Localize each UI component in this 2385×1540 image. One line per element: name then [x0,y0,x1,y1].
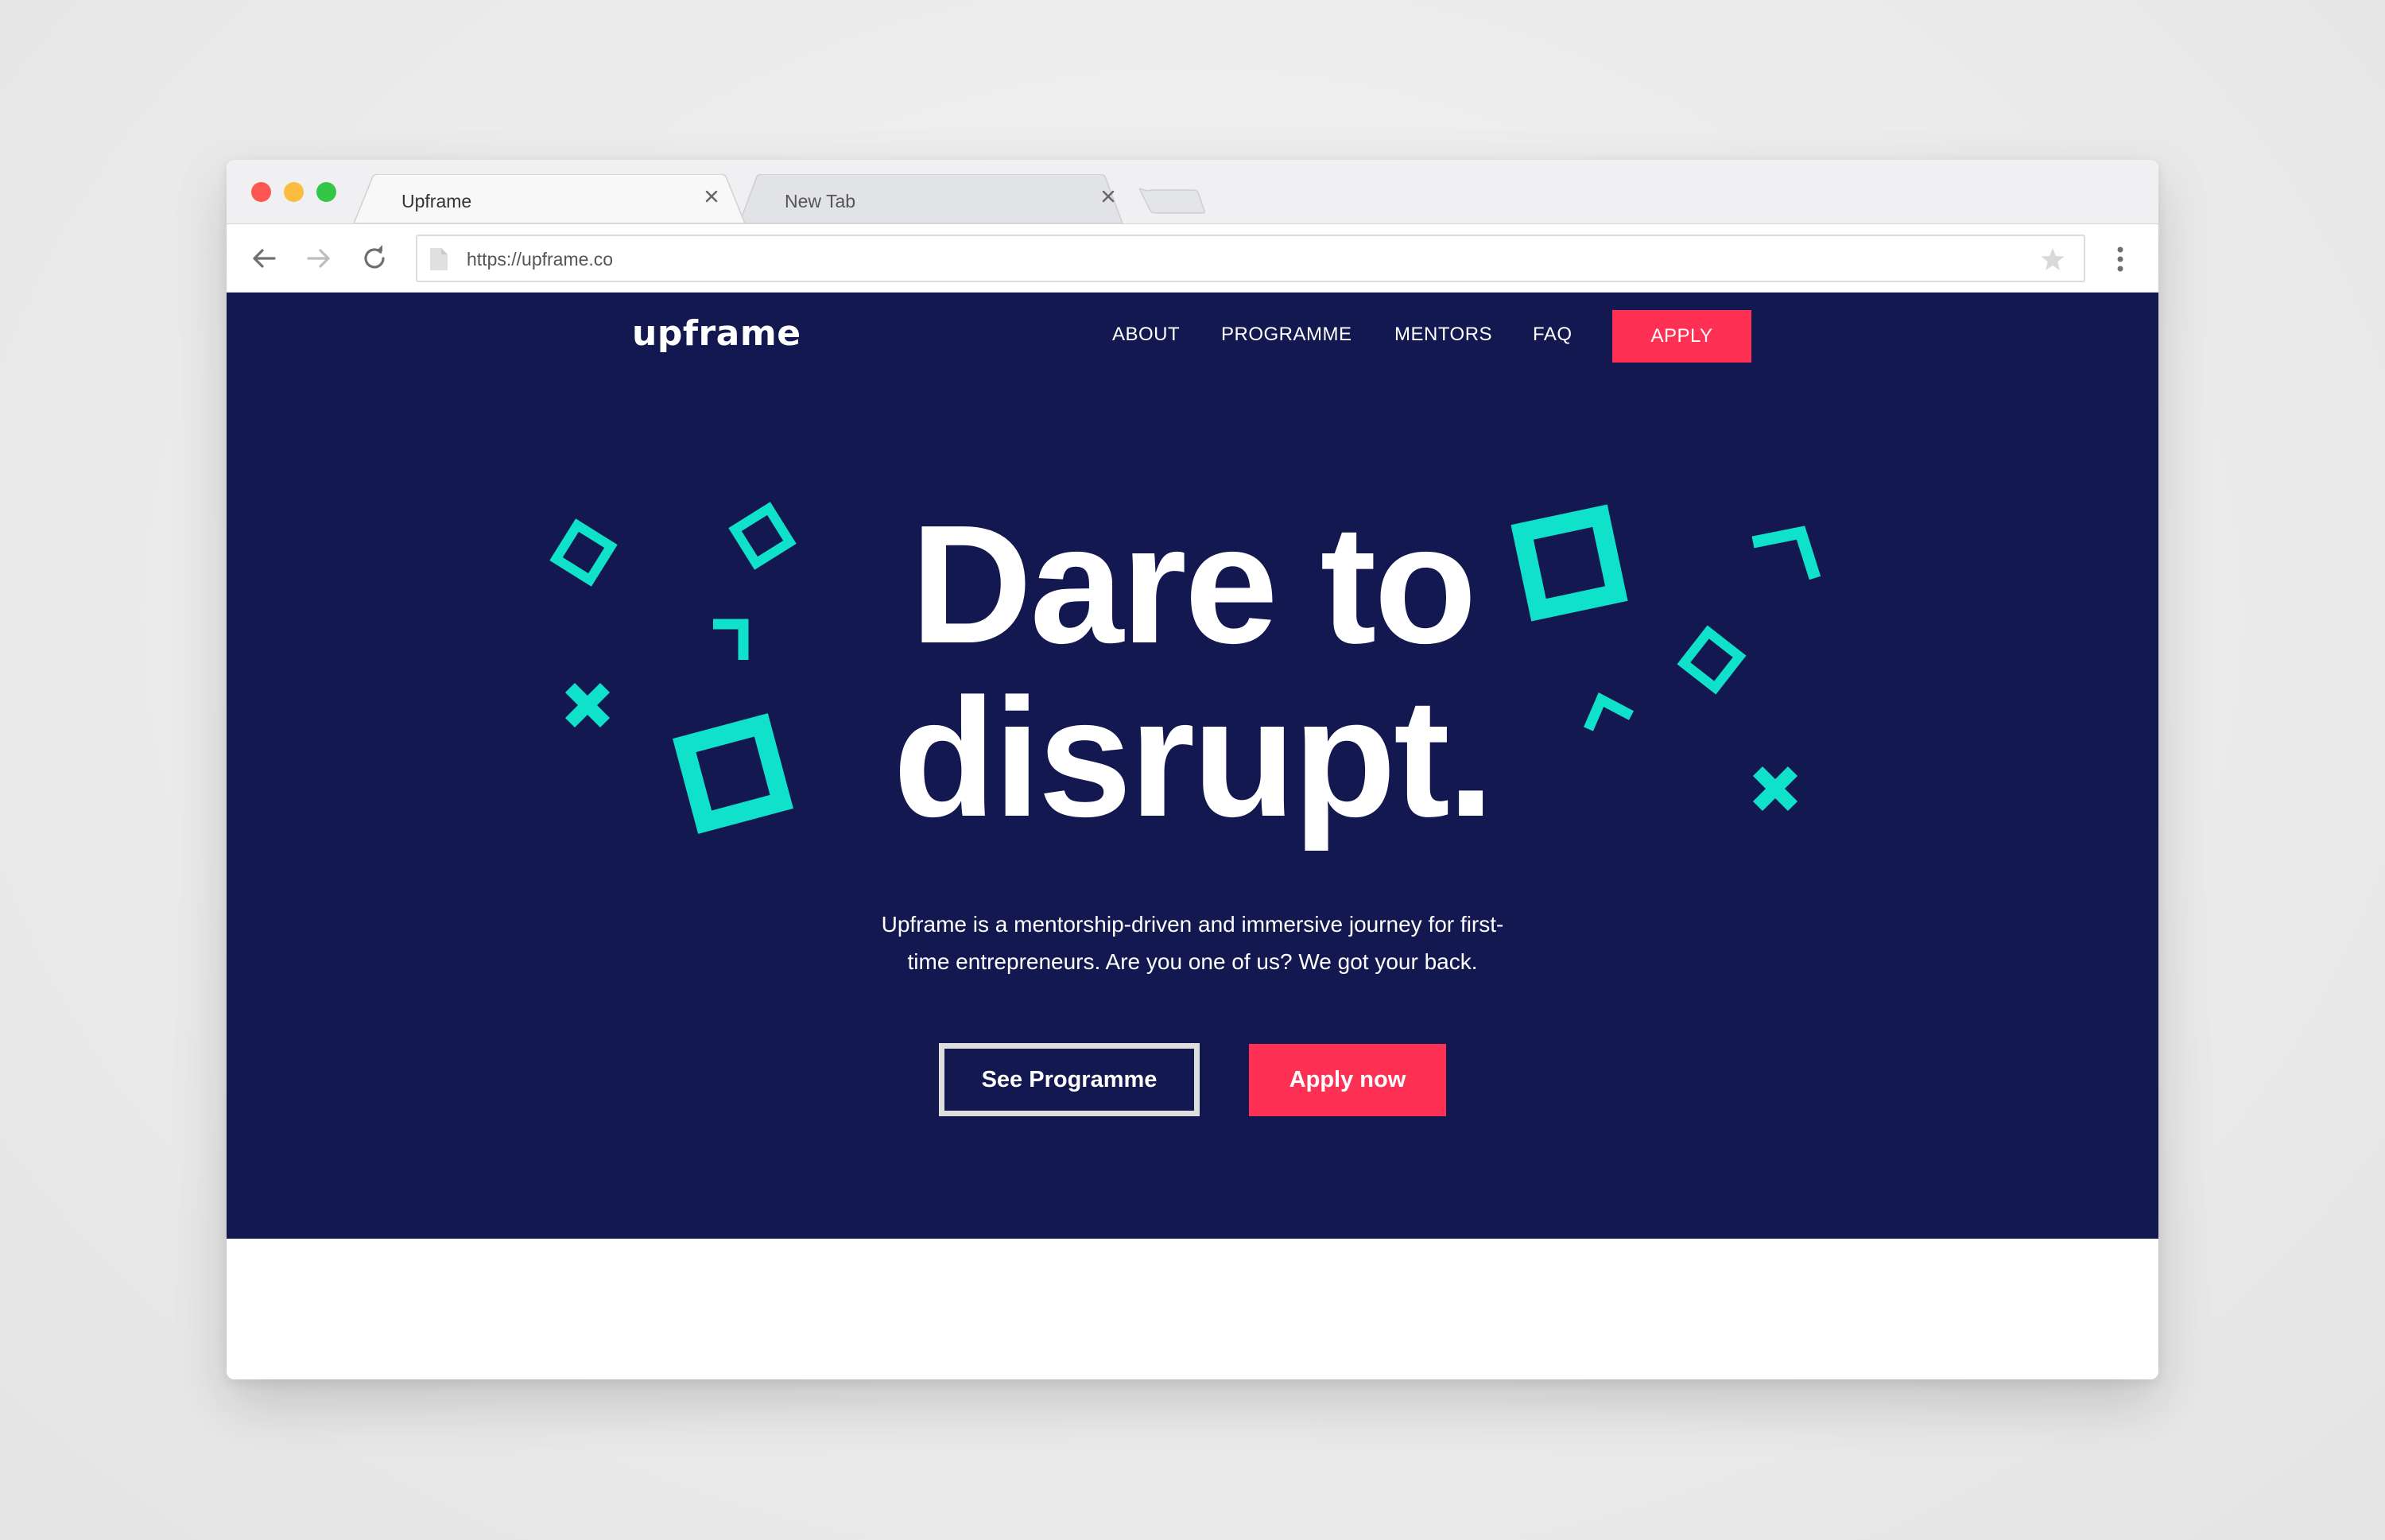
tab-label: Upframe [401,191,472,211]
nav-apply-button[interactable]: APPLY [1612,310,1751,363]
star-icon[interactable] [2039,246,2066,273]
headline-line: disrupt. [893,663,1494,851]
apply-now-button[interactable]: Apply now [1249,1044,1446,1116]
desktop-background: New Tab Upframe https://upframe.co upfra… [0,0,2385,1540]
new-tab-shape [1139,188,1205,214]
document-icon [430,248,448,270]
reload-icon[interactable] [359,242,390,274]
see-programme-button[interactable]: See Programme [939,1043,1200,1116]
hero-section: upframe ABOUT PROGRAMME MENTORS FAQ APPL… [227,293,2158,1239]
tab-strip: New Tab Upframe [227,160,2158,223]
close-icon[interactable] [700,185,723,208]
kebab-menu-icon[interactable] [2112,243,2128,275]
nav-link-mentors[interactable]: MENTORS [1394,324,1492,346]
tab-label: New Tab [785,191,856,211]
hero-subtext: Upframe is a mentorship-driven and immer… [795,906,1590,980]
close-icon[interactable] [1097,185,1119,208]
headline-line: Dare to [910,490,1476,678]
minimize-window-button[interactable] [284,182,304,202]
maximize-window-button[interactable] [316,182,336,202]
url-text: https://upframe.co [467,249,614,270]
subtext-line: time entrepreneurs. Are you one of us? W… [907,949,1478,974]
nav-link-faq[interactable]: FAQ [1533,324,1573,346]
tab-new-tab[interactable]: New Tab [739,174,1129,223]
browser-toolbar: https://upframe.co [227,223,2158,293]
arrow-left-icon[interactable] [248,242,280,274]
tab-upframe[interactable]: Upframe [354,174,751,223]
close-window-button[interactable] [251,182,271,202]
nav-link-programme[interactable]: PROGRAMME [1221,324,1352,346]
address-bar[interactable]: https://upframe.co [416,235,2085,282]
site-logo[interactable]: upframe [632,313,801,354]
nav-link-about[interactable]: ABOUT [1112,324,1180,346]
page-content: upframe ABOUT PROGRAMME MENTORS FAQ APPL… [227,293,2158,1379]
hero-headline: Dare to disrupt. [227,498,2158,844]
subtext-line: Upframe is a mentorship-driven and immer… [881,912,1504,937]
new-tab-button[interactable] [1139,174,1211,223]
arrow-right-icon[interactable] [303,242,335,274]
browser-window: New Tab Upframe https://upframe.co upfra… [227,160,2158,1379]
